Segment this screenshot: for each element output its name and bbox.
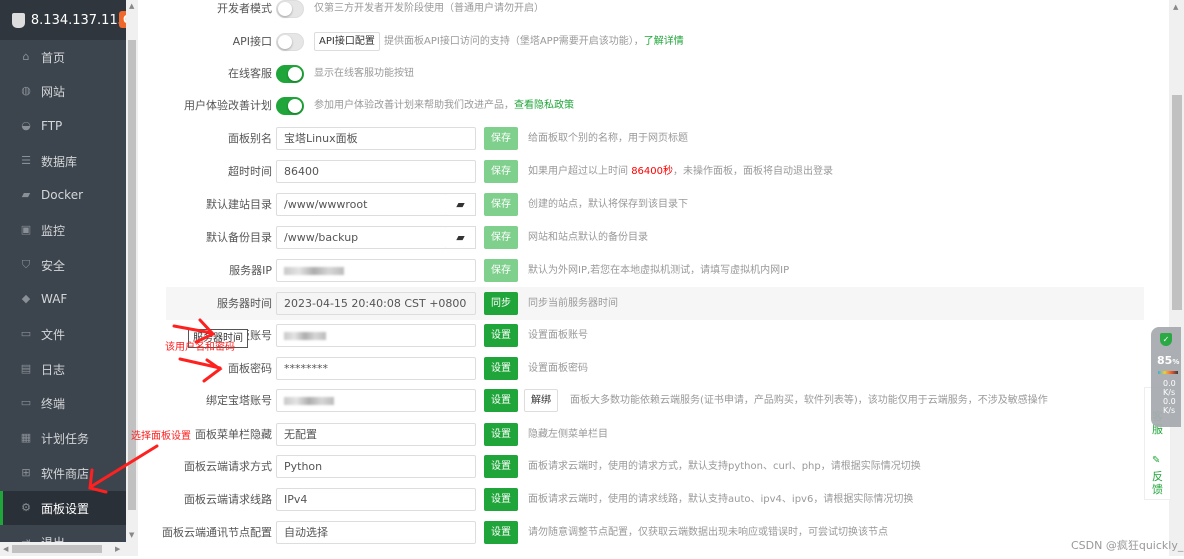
annotation-select-settings: 选择面板设置 [131, 431, 191, 442]
shield-check-icon: ✓ [1160, 333, 1172, 346]
page-scroll-thumb[interactable] [1172, 95, 1182, 310]
status-widget[interactable]: ✓ 85% 0.0 K/s 0.0 K/s [1151, 327, 1181, 427]
arrow-settings [90, 444, 159, 488]
download-speed: 0.0 [1163, 397, 1176, 406]
edit-icon[interactable]: ✎ [1152, 454, 1164, 467]
feedback-button[interactable]: 反馈 [1152, 470, 1164, 496]
upload-speed: 0.0 [1163, 379, 1176, 388]
watermark: CSDN @疯狂quickly_ [1071, 539, 1184, 552]
score-bar [1158, 371, 1178, 374]
arrowhead-password [202, 358, 223, 383]
annotation-arrows [88, 318, 223, 494]
scroll-up-icon[interactable]: ▲ [1173, 3, 1178, 11]
security-score: 85% [1157, 354, 1180, 367]
annotation-user-pass: 该用户名和密码 [165, 342, 235, 353]
page-vertical-scrollbar[interactable]: ▲ [1169, 0, 1184, 556]
